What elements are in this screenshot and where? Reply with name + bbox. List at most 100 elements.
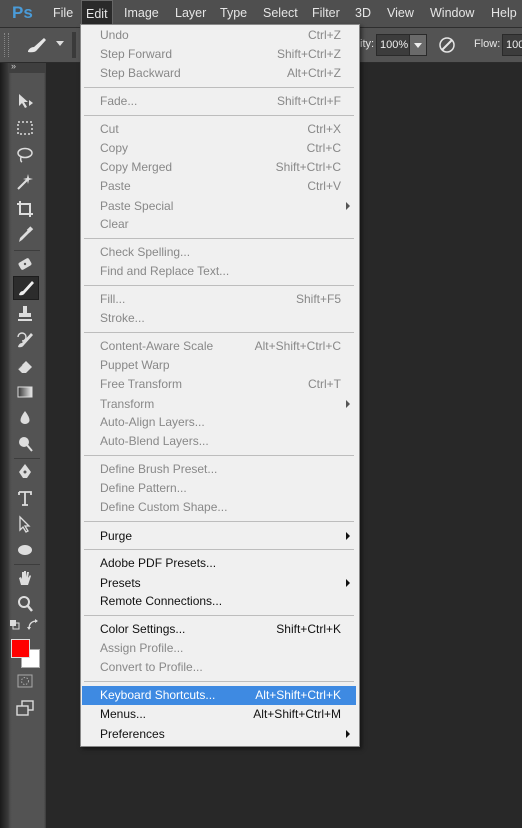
menu-item-color-settings[interactable]: Color Settings... Shift+Ctrl+K [82, 620, 356, 639]
hand-icon [19, 571, 31, 585]
ellipse-icon [18, 545, 32, 555]
menu-item-define-pattern[interactable]: Define Pattern... [82, 479, 356, 498]
crop-tool[interactable] [13, 198, 37, 220]
chevron-down-icon[interactable] [56, 41, 64, 46]
menu-item-step-forward[interactable]: Step Forward Shift+Ctrl+Z [82, 45, 356, 64]
options-grip[interactable] [4, 33, 9, 57]
screen-mode-button[interactable] [13, 697, 37, 719]
menu-item-free-transform[interactable]: Free Transform Ctrl+T [82, 375, 356, 394]
quick-selection-tool[interactable] [13, 171, 37, 193]
menu-item-puppet-warp[interactable]: Puppet Warp [82, 356, 356, 375]
menu-separator [84, 681, 354, 682]
swap-colors-button[interactable] [26, 618, 40, 632]
blur-tool[interactable] [13, 407, 37, 429]
menu-select[interactable]: Select [259, 0, 302, 27]
default-colors-button[interactable] [8, 618, 24, 632]
screen-mode-icon [16, 700, 34, 716]
menu-item-remote-connections[interactable]: Remote Connections... [82, 592, 356, 611]
eyedropper-tool[interactable] [13, 224, 37, 246]
lasso-tool[interactable] [13, 144, 37, 166]
menu-help[interactable]: Help [487, 0, 521, 27]
flow-input[interactable]: 100 [502, 34, 522, 56]
menu-separator [84, 238, 354, 239]
gradient-icon [17, 386, 33, 398]
menu-item-purge[interactable]: Purge [82, 527, 356, 546]
tools-divider [14, 564, 40, 565]
menu-separator [84, 332, 354, 333]
menu-item-fill[interactable]: Fill... Shift+F5 [82, 290, 356, 309]
quick-mask-button[interactable] [13, 670, 37, 692]
menu-item-stroke[interactable]: Stroke... [82, 309, 356, 328]
eyedropper-icon [19, 226, 34, 242]
foreground-color-swatch[interactable] [11, 639, 30, 658]
hand-tool[interactable] [13, 567, 37, 589]
opacity-dropdown-button[interactable] [409, 34, 427, 56]
edit-menu-dropdown: Undo Ctrl+Z Step Forward Shift+Ctrl+Z Step… [80, 24, 360, 747]
menu-edit[interactable]: Edit [81, 0, 113, 27]
tools-divider [14, 250, 40, 251]
menu-item-paste[interactable]: Paste Ctrl+V [82, 177, 356, 196]
menu-item-define-brush[interactable]: Define Brush Preset... [82, 460, 356, 479]
type-icon [18, 491, 32, 506]
menu-item-find-replace[interactable]: Find and Replace Text... [82, 262, 356, 281]
history-brush-tool[interactable] [13, 329, 37, 351]
menu-item-preferences[interactable]: Preferences [82, 725, 356, 744]
menu-item-content-aware-scale[interactable]: Content-Aware Scale Alt+Shift+Ctrl+C [82, 337, 356, 356]
menu-item-undo[interactable]: Undo Ctrl+Z [82, 26, 356, 45]
canvas-area [362, 63, 522, 828]
zoom-tool[interactable] [13, 593, 37, 615]
menu-type[interactable]: Type [216, 0, 251, 27]
healing-brush-tool[interactable] [13, 253, 37, 275]
menu-item-paste-special[interactable]: Paste Special [82, 197, 356, 216]
menu-filter[interactable]: Filter [308, 0, 344, 27]
menu-item-clear[interactable]: Clear [82, 215, 356, 234]
menu-item-keyboard-shortcuts[interactable]: Keyboard Shortcuts... Alt+Shift+Ctrl+K [82, 686, 356, 705]
tools-panel-header[interactable]: » [8, 61, 46, 73]
menu-item-menus[interactable]: Menus... Alt+Shift+Ctrl+M [82, 705, 356, 724]
brush-preset-picker[interactable] [24, 35, 54, 55]
menu-window[interactable]: Window [426, 0, 478, 27]
move-icon [19, 94, 33, 108]
menu-item-check-spelling[interactable]: Check Spelling... [82, 243, 356, 262]
marquee-icon [17, 121, 33, 135]
photoshop-logo: Ps [12, 3, 33, 22]
path-selection-tool[interactable] [13, 513, 37, 535]
menu-item-assign-profile[interactable]: Assign Profile... [82, 639, 356, 658]
menu-separator [84, 87, 354, 88]
pressure-opacity-button[interactable] [434, 34, 460, 56]
submenu-arrow-icon [346, 400, 350, 408]
menu-item-presets[interactable]: Presets [82, 574, 356, 593]
menu-item-cut[interactable]: Cut Ctrl+X [82, 120, 356, 139]
menu-item-auto-align[interactable]: Auto-Align Layers... [82, 413, 356, 432]
brush-icon [19, 281, 34, 296]
opacity-input[interactable]: 100% [376, 34, 413, 56]
menu-item-step-backward[interactable]: Step Backward Alt+Ctrl+Z [82, 64, 356, 83]
menu-item-copy-merged[interactable]: Copy Merged Shift+Ctrl+C [82, 158, 356, 177]
history-brush-icon [17, 332, 33, 348]
menu-file[interactable]: File [49, 0, 77, 27]
shape-tool[interactable] [13, 539, 37, 561]
brush-tool[interactable] [13, 276, 39, 300]
menu-layer[interactable]: Layer [171, 0, 210, 27]
eraser-tool[interactable] [13, 355, 37, 377]
dodge-tool[interactable] [13, 433, 37, 455]
menu-3d[interactable]: 3D [351, 0, 375, 27]
menu-item-define-shape[interactable]: Define Custom Shape... [82, 498, 356, 517]
menu-item-fade[interactable]: Fade... Shift+Ctrl+F [82, 92, 356, 111]
dodge-icon [19, 437, 33, 452]
quick-mask-icon [17, 674, 33, 688]
menu-view[interactable]: View [383, 0, 418, 27]
menu-item-transform[interactable]: Transform [82, 395, 356, 414]
menu-image[interactable]: Image [120, 0, 163, 27]
default-colors-icon [10, 620, 20, 630]
menu-item-auto-blend[interactable]: Auto-Blend Layers... [82, 432, 356, 451]
menu-item-convert-profile[interactable]: Convert to Profile... [82, 658, 356, 677]
gradient-tool[interactable] [13, 381, 37, 403]
type-tool[interactable] [13, 487, 37, 509]
marquee-tool[interactable] [13, 117, 37, 139]
clone-stamp-tool[interactable] [13, 303, 37, 325]
menu-item-copy[interactable]: Copy Ctrl+C [82, 139, 356, 158]
menu-item-pdf-presets[interactable]: Adobe PDF Presets... [82, 554, 356, 573]
move-tool[interactable] [13, 90, 37, 112]
pen-tool[interactable] [13, 461, 37, 483]
